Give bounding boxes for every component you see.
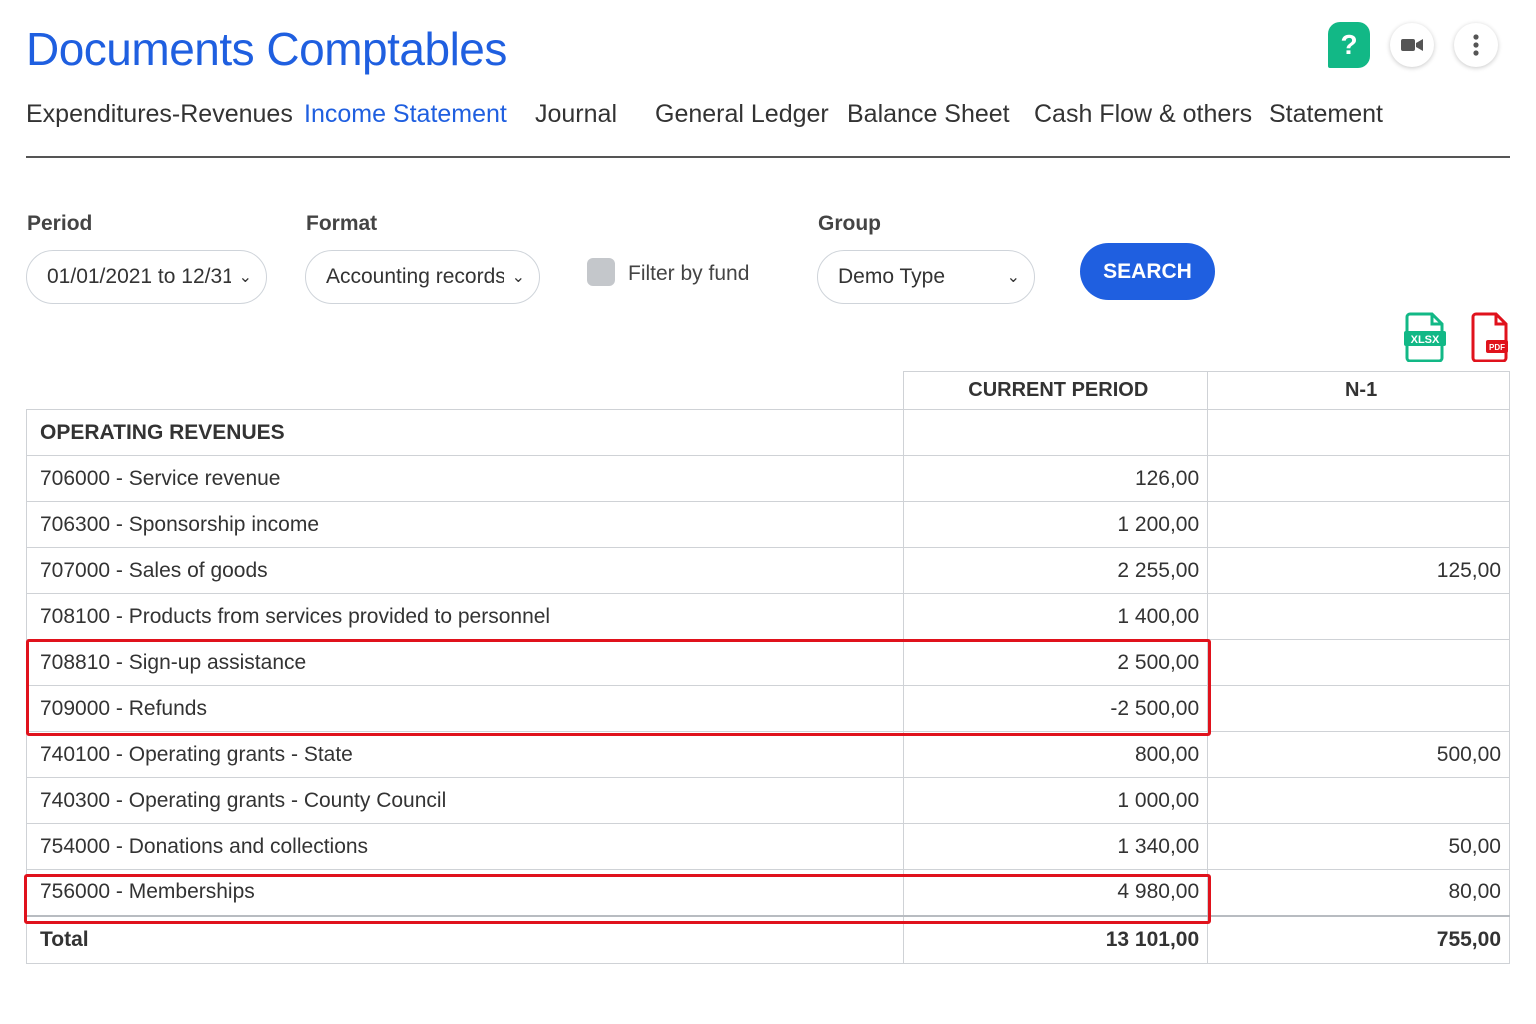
format-label: Format [306, 212, 378, 235]
column-header-current-period: CURRENT PERIOD [903, 371, 1209, 410]
tab-general-ledger[interactable]: General Ledger [655, 100, 829, 129]
tab-income-statement[interactable]: Income Statement [304, 100, 507, 129]
section-row: OPERATING REVENUES [25, 409, 1510, 456]
chevron-down-icon: ⌄ [238, 269, 252, 286]
table-row[interactable]: 754000 - Donations and collections 1 340… [25, 823, 1510, 870]
previous-amount-cell: 125,00 [1207, 547, 1510, 594]
period-select[interactable]: 01/01/2021 to 12/31/2 ⌄ [26, 250, 267, 304]
total-previous-amount: 755,00 [1207, 914, 1510, 964]
previous-amount-cell [1207, 501, 1510, 548]
previous-amount-cell: 500,00 [1207, 731, 1510, 778]
table-row[interactable]: 740300 - Operating grants - County Counc… [25, 777, 1510, 824]
export-xlsx-button[interactable]: XLSX [1404, 312, 1446, 367]
tab-journal[interactable]: Journal [535, 100, 617, 129]
help-icon: ? [1340, 29, 1358, 60]
account-cell: 709000 - Refunds [25, 685, 905, 732]
tab-cash-flow-others[interactable]: Cash Flow & others [1034, 100, 1252, 129]
svg-text:PDF: PDF [1489, 343, 1505, 352]
more-options-button[interactable] [1454, 23, 1498, 67]
account-cell: 707000 - Sales of goods [25, 547, 905, 594]
current-amount-cell: 4 980,00 [903, 869, 1209, 916]
report-tabs: Expenditures-Revenues Income Statement J… [26, 98, 1510, 158]
account-cell: 754000 - Donations and collections [25, 823, 905, 870]
previous-amount-cell [1207, 455, 1510, 502]
search-button[interactable]: SEARCH [1080, 243, 1215, 300]
current-amount-cell: -2 500,00 [903, 685, 1209, 732]
filter-by-fund-checkbox[interactable] [587, 258, 615, 286]
current-amount-cell: 1 200,00 [903, 501, 1209, 548]
tab-balance-sheet[interactable]: Balance Sheet [847, 100, 1010, 129]
column-header-account [26, 371, 905, 410]
format-value: Accounting records [326, 265, 504, 288]
period-label: Period [27, 212, 93, 235]
chevron-down-icon: ⌄ [511, 269, 525, 286]
group-label: Group [818, 212, 881, 235]
current-amount-cell: 126,00 [903, 455, 1209, 502]
table-row[interactable]: 706300 - Sponsorship income 1 200,00 [25, 501, 1510, 548]
page-title: Documents Comptables [26, 23, 507, 75]
group-select[interactable]: Demo Type ⌄ [817, 250, 1035, 304]
more-vertical-icon [1473, 34, 1479, 56]
table-row[interactable]: 756000 - Memberships 4 980,00 80,00 [25, 869, 1510, 916]
previous-amount-cell [1207, 685, 1510, 732]
table-header-row: CURRENT PERIOD N-1 [26, 371, 1510, 410]
table-row[interactable]: 708810 - Sign-up assistance 2 500,00 [25, 639, 1510, 686]
table-row[interactable]: 708100 - Products from services provided… [25, 593, 1510, 640]
account-cell: 706300 - Sponsorship income [25, 501, 905, 548]
table-row[interactable]: 709000 - Refunds -2 500,00 [25, 685, 1510, 732]
column-header-n-1: N-1 [1207, 371, 1510, 410]
current-amount-cell: 2 255,00 [903, 547, 1209, 594]
account-cell: 740300 - Operating grants - County Counc… [25, 777, 905, 824]
video-camera-icon [1401, 39, 1423, 51]
total-current-amount: 13 101,00 [903, 914, 1209, 964]
current-amount-cell: 1 400,00 [903, 593, 1209, 640]
account-cell: 708810 - Sign-up assistance [25, 639, 905, 686]
chevron-down-icon: ⌄ [1006, 269, 1020, 286]
section-current-cell [903, 409, 1209, 456]
section-previous-cell [1207, 409, 1510, 456]
account-cell: 706000 - Service revenue [25, 455, 905, 502]
current-amount-cell: 800,00 [903, 731, 1209, 778]
income-statement-table: CURRENT PERIOD N-1 OPERATING REVENUES 70… [25, 371, 1510, 964]
current-amount-cell: 1 340,00 [903, 823, 1209, 870]
svg-text:XLSX: XLSX [1411, 334, 1440, 346]
total-label: Total [25, 914, 905, 964]
group-value: Demo Type [838, 265, 945, 288]
account-cell: 756000 - Memberships [25, 869, 905, 916]
section-title: OPERATING REVENUES [25, 409, 905, 456]
current-amount-cell: 2 500,00 [903, 639, 1209, 686]
format-select[interactable]: Accounting records ⌄ [305, 250, 540, 304]
previous-amount-cell [1207, 777, 1510, 824]
filter-by-fund-label: Filter by fund [628, 262, 750, 285]
previous-amount-cell: 80,00 [1207, 869, 1510, 916]
total-row: Total 13 101,00 755,00 [25, 914, 1510, 964]
table-row[interactable]: 707000 - Sales of goods 2 255,00 125,00 [25, 547, 1510, 594]
account-cell: 740100 - Operating grants - State [25, 731, 905, 778]
export-pdf-button[interactable]: PDF [1470, 312, 1510, 367]
previous-amount-cell [1207, 639, 1510, 686]
tab-statement[interactable]: Statement [1269, 100, 1383, 129]
tab-expenditures-revenues[interactable]: Expenditures-Revenues [26, 100, 293, 129]
pdf-file-icon: PDF [1471, 312, 1508, 363]
previous-amount-cell [1207, 593, 1510, 640]
video-button[interactable] [1390, 23, 1434, 67]
table-row[interactable]: 740100 - Operating grants - State 800,00… [25, 731, 1510, 778]
account-cell: 708100 - Products from services provided… [25, 593, 905, 640]
current-amount-cell: 1 000,00 [903, 777, 1209, 824]
top-actions: ? [1328, 22, 1498, 68]
help-button[interactable]: ? [1328, 22, 1370, 68]
period-value: 01/01/2021 to 12/31/2 [47, 265, 231, 288]
previous-amount-cell: 50,00 [1207, 823, 1510, 870]
xlsx-file-icon: XLSX [1404, 312, 1446, 363]
table-row[interactable]: 706000 - Service revenue 126,00 [25, 455, 1510, 502]
